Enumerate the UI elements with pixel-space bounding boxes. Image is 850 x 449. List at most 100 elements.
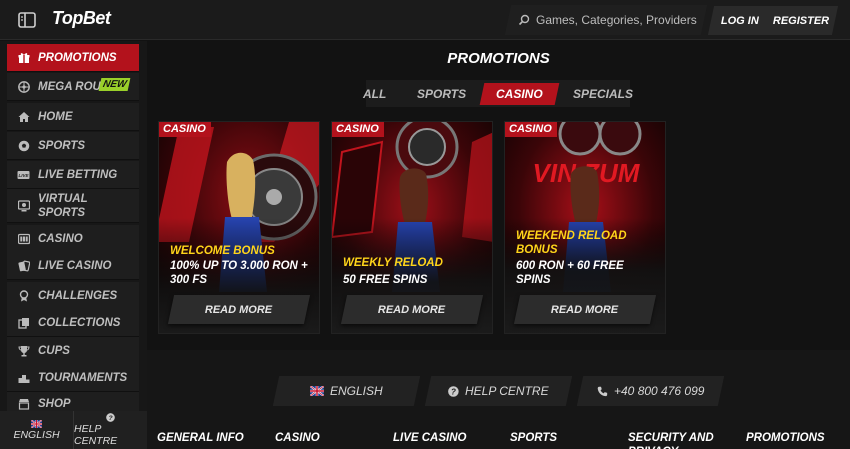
footer-language-button[interactable]: ENGLISH	[272, 376, 421, 406]
sidebar-item-label: CASINO	[38, 232, 83, 245]
svg-text:?: ?	[451, 387, 456, 396]
register-button[interactable]: REGISTER	[763, 6, 839, 35]
sidebar-item-mega-roulette[interactable]: MEGA ROU NEW	[7, 73, 139, 101]
sidebar-item-virtual-sports[interactable]: VIRTUAL SPORTS	[7, 189, 139, 223]
trophy-icon	[17, 344, 30, 357]
tab-label: ALL	[363, 86, 387, 101]
read-more-label: READ MORE	[205, 303, 273, 316]
collection-icon	[17, 316, 30, 329]
sidebar-language-button[interactable]: ENGLISH	[0, 411, 73, 449]
sidebar-item-label: COLLECTIONS	[38, 316, 121, 329]
sidebar-item-sports[interactable]: SPORTS	[7, 132, 139, 160]
sidebar-footer: ENGLISH ? HELP CENTRE	[0, 411, 147, 449]
footer-language-label: ENGLISH	[330, 384, 383, 398]
read-more-label: READ MORE	[378, 303, 446, 316]
footer-phone-button[interactable]: +40 800 476 099	[576, 376, 725, 406]
tab-casino[interactable]: CASINO	[479, 82, 559, 105]
footer-column-casino[interactable]: CASINO	[275, 431, 385, 445]
read-more-button[interactable]: READ MORE	[340, 295, 484, 324]
sidebar-item-live-betting[interactable]: LIVE LIVE BETTING	[7, 161, 139, 189]
read-more-button[interactable]: READ MORE	[167, 295, 311, 324]
promo-title: WEEKLY RELOAD	[343, 257, 443, 269]
promo-title: WELCOME BONUS	[170, 245, 275, 257]
help-icon: ?	[448, 385, 459, 397]
sidebar-item-casino[interactable]: CASINO	[7, 225, 139, 253]
svg-text:?: ?	[108, 415, 112, 422]
sidebar-item-promotions[interactable]: PROMOTIONS	[7, 44, 139, 72]
search-icon	[518, 14, 530, 26]
sidebar-item-label: SPORTS	[38, 139, 86, 152]
tab-label: SPORTS	[416, 86, 466, 101]
top-bar: TopBet Games, Categories, Providers LOG …	[0, 0, 850, 40]
login-button[interactable]: LOG IN	[707, 6, 773, 35]
sidebar-help-label: HELP CENTRE	[74, 423, 118, 447]
sidebar-item-label: HOME	[38, 110, 73, 123]
podium-icon	[17, 371, 30, 384]
sidebar-item-label: CHALLENGES	[38, 289, 118, 302]
sidebar-item-live-casino[interactable]: LIVE CASINO	[7, 252, 139, 280]
sidebar-item-collections[interactable]: COLLECTIONS	[7, 309, 139, 337]
cards-icon	[17, 259, 30, 272]
promo-description: 600 RON + 60 FREE SPINS	[516, 260, 624, 286]
promo-card-welcome-bonus[interactable]: CASINO WELCOME BONUS 100% UP TO 3.000 RO…	[158, 121, 320, 334]
new-badge: NEW	[98, 78, 131, 91]
register-label: REGISTER	[772, 14, 830, 27]
search-input[interactable]: Games, Categories, Providers	[504, 5, 708, 35]
roulette-icon	[17, 80, 30, 93]
badge-icon	[17, 289, 30, 302]
sidebar-item-tournaments[interactable]: TOURNAMENTS	[7, 364, 139, 392]
live-icon: LIVE	[17, 168, 30, 181]
promo-category-tag: CASINO	[159, 122, 211, 137]
tab-label: CASINO	[495, 86, 543, 101]
sidebar-item-challenges[interactable]: CHALLENGES	[7, 282, 139, 310]
promo-card-weekend-reload[interactable]: VIN ZUM CASINO WEEKEND RELOAD BONUS 600 …	[504, 121, 666, 334]
sidebar-item-label: PROMOTIONS	[38, 51, 117, 64]
promo-card-weekly-reload[interactable]: CASINO WEEKLY RELOAD 50 FREE SPINS READ …	[331, 121, 493, 334]
logo[interactable]: TopBet	[52, 8, 111, 29]
tab-all[interactable]: ALL	[347, 83, 403, 105]
promo-tabs: ALL SPORTS CASINO SPECIALS	[363, 80, 633, 107]
uk-flag-icon	[310, 386, 325, 396]
promo-title: WEEKEND RELOAD BONUS	[516, 230, 627, 256]
virtual-icon	[17, 199, 30, 212]
sidebar-item-label: SHOP	[38, 397, 71, 410]
footer-column-live-casino[interactable]: LIVE CASINO	[393, 431, 503, 445]
shop-icon	[17, 397, 30, 410]
phone-icon	[597, 386, 608, 396]
promo-category-tag: CASINO	[332, 122, 384, 137]
read-more-button[interactable]: READ MORE	[513, 295, 657, 324]
promo-description: 100% UP TO 3.000 RON + 300 FS	[170, 260, 308, 286]
soccer-ball-icon	[17, 139, 30, 152]
slot-icon	[17, 232, 30, 245]
sidebar-item-home[interactable]: HOME	[7, 103, 139, 131]
tab-sports[interactable]: SPORTS	[400, 83, 482, 105]
sidebar-help-button[interactable]: ? HELP CENTRE	[73, 411, 147, 449]
footer-column-security[interactable]: SECURITY AND PRIVACY	[628, 431, 723, 449]
help-icon: ?	[106, 413, 115, 422]
home-icon	[17, 110, 30, 123]
footer-column-promotions[interactable]: PROMOTIONS	[746, 431, 850, 445]
sidebar-item-label: LIVE CASINO	[38, 259, 112, 272]
footer-help-label: HELP CENTRE	[465, 384, 549, 398]
sidebar-item-label: CUPS	[38, 344, 70, 357]
promo-description: 50 FREE SPINS	[343, 274, 428, 286]
sidebar-item-label: MEGA ROU	[38, 80, 101, 93]
sidebar-item-label: LIVE BETTING	[38, 168, 118, 181]
tab-specials[interactable]: SPECIALS	[556, 83, 649, 105]
search-placeholder: Games, Categories, Providers	[536, 13, 697, 27]
tab-label: SPECIALS	[572, 86, 633, 101]
footer-column-general-info[interactable]: GENERAL INFO	[157, 431, 267, 445]
logo-bet: Bet	[82, 8, 111, 28]
logo-top: Top	[52, 8, 83, 28]
sidebar-toggle-icon[interactable]	[18, 11, 36, 29]
footer-help-button[interactable]: ? HELP CENTRE	[424, 376, 573, 406]
promo-category-tag: CASINO	[505, 122, 557, 137]
footer-column-sports[interactable]: SPORTS	[510, 431, 620, 445]
sidebar-item-label: TOURNAMENTS	[38, 371, 128, 384]
footer-phone-label: +40 800 476 099	[613, 384, 705, 398]
page-title: PROMOTIONS	[447, 50, 550, 67]
sidebar: PROMOTIONS MEGA ROU NEW HOME SPORTS LIVE…	[0, 41, 147, 449]
sidebar-item-cups[interactable]: CUPS	[7, 337, 139, 365]
uk-flag-icon	[31, 419, 42, 428]
read-more-label: READ MORE	[551, 303, 619, 316]
